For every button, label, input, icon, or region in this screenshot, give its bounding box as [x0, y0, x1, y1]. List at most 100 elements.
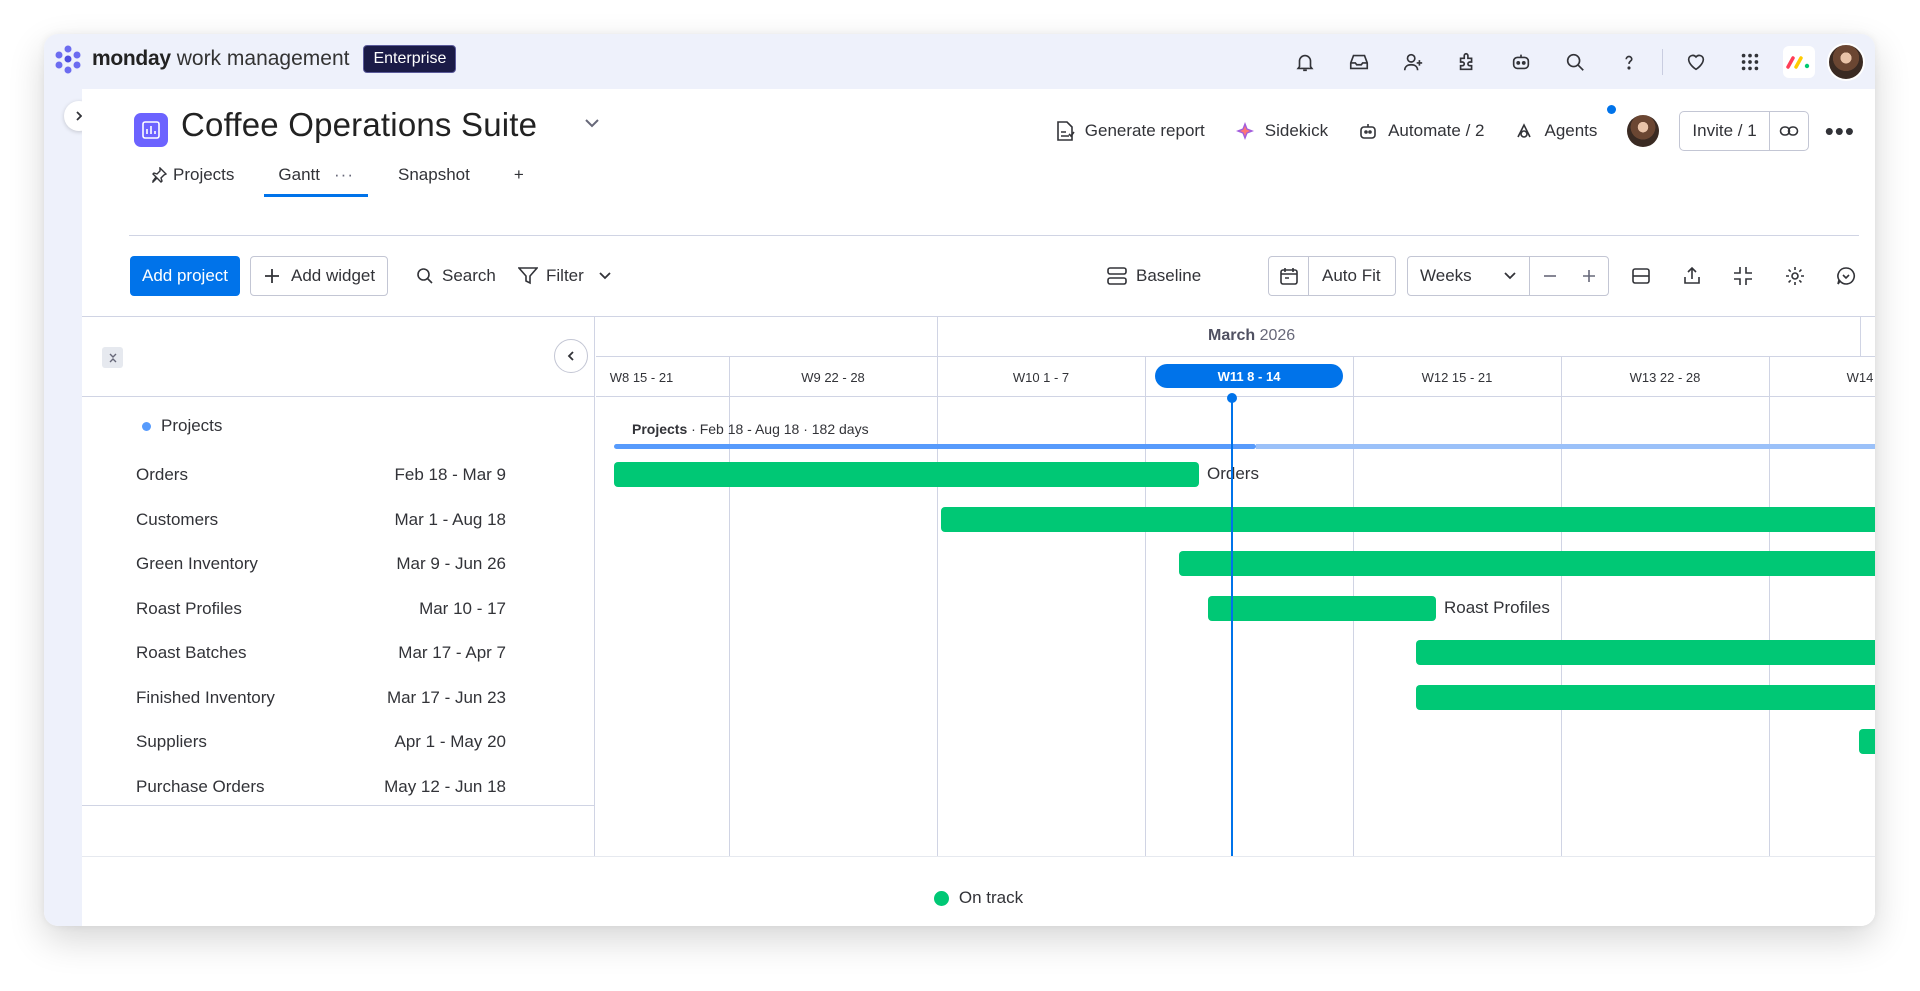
group-summary-label: Projects · Feb 18 - Aug 18 · 182 days — [632, 421, 869, 437]
grid-line — [937, 317, 938, 857]
gantt-bar[interactable] — [1208, 595, 1436, 621]
chevron-left-icon — [567, 351, 574, 361]
app-switcher-icon[interactable] — [1723, 34, 1777, 89]
group-name: Projects — [161, 416, 223, 435]
favorites-icon[interactable] — [1669, 34, 1723, 89]
generate-report-button[interactable]: Generate report — [1055, 120, 1205, 142]
week-header: W8 15 - 21 W9 22 - 28 W10 1 - 7 W11 8 - 14 W… — [596, 357, 1875, 397]
chevron-down-icon[interactable] — [584, 117, 600, 129]
invite-button[interactable]: Invite / 1 — [1679, 111, 1809, 151]
filter-button[interactable]: Filter — [518, 256, 620, 296]
today-marker — [1227, 393, 1237, 403]
legend-label: On track — [958, 888, 1024, 907]
auto-fit-button[interactable]: Auto Fit — [1309, 266, 1381, 286]
group-header[interactable]: Projects — [142, 416, 222, 436]
board-title[interactable]: Coffee Operations Suite — [181, 106, 537, 144]
week-label-current: W11 8 - 14 — [1155, 364, 1343, 388]
scale-select[interactable]: Weeks — [1408, 257, 1531, 295]
export-icon[interactable] — [1675, 256, 1709, 296]
list-item[interactable]: Purchase Orders May 12 - Jun 18 — [136, 769, 506, 805]
add-view-button[interactable]: + — [492, 155, 546, 195]
apps-icon[interactable] — [1440, 34, 1494, 89]
copy-link-icon[interactable] — [1770, 124, 1808, 138]
more-options-icon[interactable]: ••• — [1825, 116, 1855, 147]
settings-icon[interactable] — [1778, 256, 1812, 296]
generate-report-label: Generate report — [1084, 121, 1205, 140]
feedback-icon[interactable] — [1829, 256, 1863, 296]
user-avatar[interactable] — [1827, 42, 1865, 81]
gantt-bar[interactable] — [1416, 640, 1875, 665]
help-icon[interactable] — [1602, 34, 1656, 89]
scale-group: Weeks — [1407, 256, 1609, 296]
sidekick-label: Sidekick — [1264, 121, 1329, 140]
tab-projects[interactable]: Projects — [129, 155, 256, 195]
collapse-all-icon[interactable] — [102, 347, 123, 368]
grid-line — [1561, 357, 1562, 857]
tab-options-icon[interactable]: ··· — [334, 165, 354, 185]
list-header — [82, 317, 595, 397]
zoom-out-icon[interactable] — [1530, 269, 1570, 283]
bell-icon[interactable] — [1278, 34, 1332, 89]
list-bottom-divider — [82, 805, 595, 806]
legend-swatch — [933, 890, 949, 906]
baseline-button[interactable]: Baseline — [1106, 256, 1201, 296]
item-dates: Mar 9 - Jun 26 — [396, 554, 506, 573]
gantt-bar[interactable] — [1416, 684, 1875, 710]
list-item[interactable]: Orders Feb 18 - Mar 9 — [136, 457, 506, 493]
search-button[interactable]: Search — [416, 256, 496, 296]
item-dates: Mar 10 - 17 — [419, 598, 506, 618]
summary-dates: · Feb 18 - Aug 18 · 182 days — [691, 421, 869, 437]
gantt-bar[interactable] — [941, 506, 1875, 532]
item-name: Purchase Orders — [136, 776, 265, 796]
brand[interactable]: monday work management Enterprise — [52, 43, 457, 75]
month-name: March — [1208, 327, 1256, 344]
chevron-down-icon[interactable] — [598, 271, 612, 281]
list-item[interactable]: Finished Inventory Mar 17 - Jun 23 — [136, 680, 506, 716]
list-item[interactable]: Roast Profiles Mar 10 - 17 — [136, 591, 506, 627]
week-label: W13 22 - 28 — [1629, 369, 1701, 385]
tab-gantt[interactable]: Gantt ··· — [256, 155, 376, 197]
collapse-view-icon[interactable] — [1726, 256, 1760, 296]
invite-members-icon[interactable] — [1386, 34, 1440, 89]
ai-assistant-icon[interactable] — [1494, 34, 1548, 89]
list-item[interactable]: Green Inventory Mar 9 - Jun 26 — [136, 546, 506, 582]
gantt-bar[interactable] — [614, 462, 1199, 487]
item-name: Orders — [136, 465, 188, 484]
search-icon[interactable] — [1548, 34, 1602, 89]
tab-snapshot[interactable]: Snapshot — [376, 155, 492, 195]
search-icon — [417, 268, 433, 284]
item-name: Suppliers — [136, 732, 207, 751]
grid-line — [1769, 357, 1770, 857]
zoom-in-icon[interactable] — [1570, 269, 1608, 283]
group-summary-bar[interactable] — [614, 444, 1256, 449]
list-item[interactable]: Customers Mar 1 - Aug 18 — [136, 502, 506, 538]
monday-products-logo-icon[interactable] — [1783, 45, 1815, 78]
list-item[interactable]: Suppliers Apr 1 - May 20 — [136, 724, 506, 760]
calendar-icon[interactable] — [1269, 257, 1309, 295]
gantt-bar[interactable] — [1859, 729, 1875, 754]
board-owner[interactable] — [1607, 105, 1660, 147]
agents-label: Agents — [1544, 121, 1598, 140]
tab-label: Snapshot — [398, 165, 470, 184]
legend: On track — [82, 888, 1875, 908]
add-widget-button[interactable]: Add widget — [250, 256, 389, 296]
product-name: work management — [176, 47, 350, 70]
agents-button[interactable]: Agents — [1514, 121, 1597, 141]
sidekick-button[interactable]: Sidekick — [1235, 121, 1328, 141]
brand-name: monday — [92, 47, 171, 70]
gantt-bar[interactable] — [1179, 551, 1875, 576]
add-project-button[interactable]: Add project — [130, 256, 240, 296]
automate-button[interactable]: Automate / 2 — [1358, 121, 1484, 141]
view-tabs: Projects Gantt ··· Snapshot + — [129, 155, 546, 197]
automate-label: Automate / 2 — [1388, 121, 1485, 140]
filter-label: Filter — [546, 266, 584, 285]
item-name: Roast Batches — [136, 643, 247, 662]
baseline-icon — [1107, 267, 1127, 285]
inbox-icon[interactable] — [1332, 34, 1386, 89]
layout-icon[interactable] — [1624, 256, 1658, 296]
list-item[interactable]: Roast Batches Mar 17 - Apr 7 — [136, 635, 506, 671]
agents-icon — [1517, 123, 1532, 138]
collapse-list-button[interactable] — [554, 339, 588, 373]
gantt-view: Projects Orders Feb 18 - Mar 9 Customers Ma… — [82, 316, 1875, 907]
owner-avatar[interactable] — [1627, 115, 1660, 147]
